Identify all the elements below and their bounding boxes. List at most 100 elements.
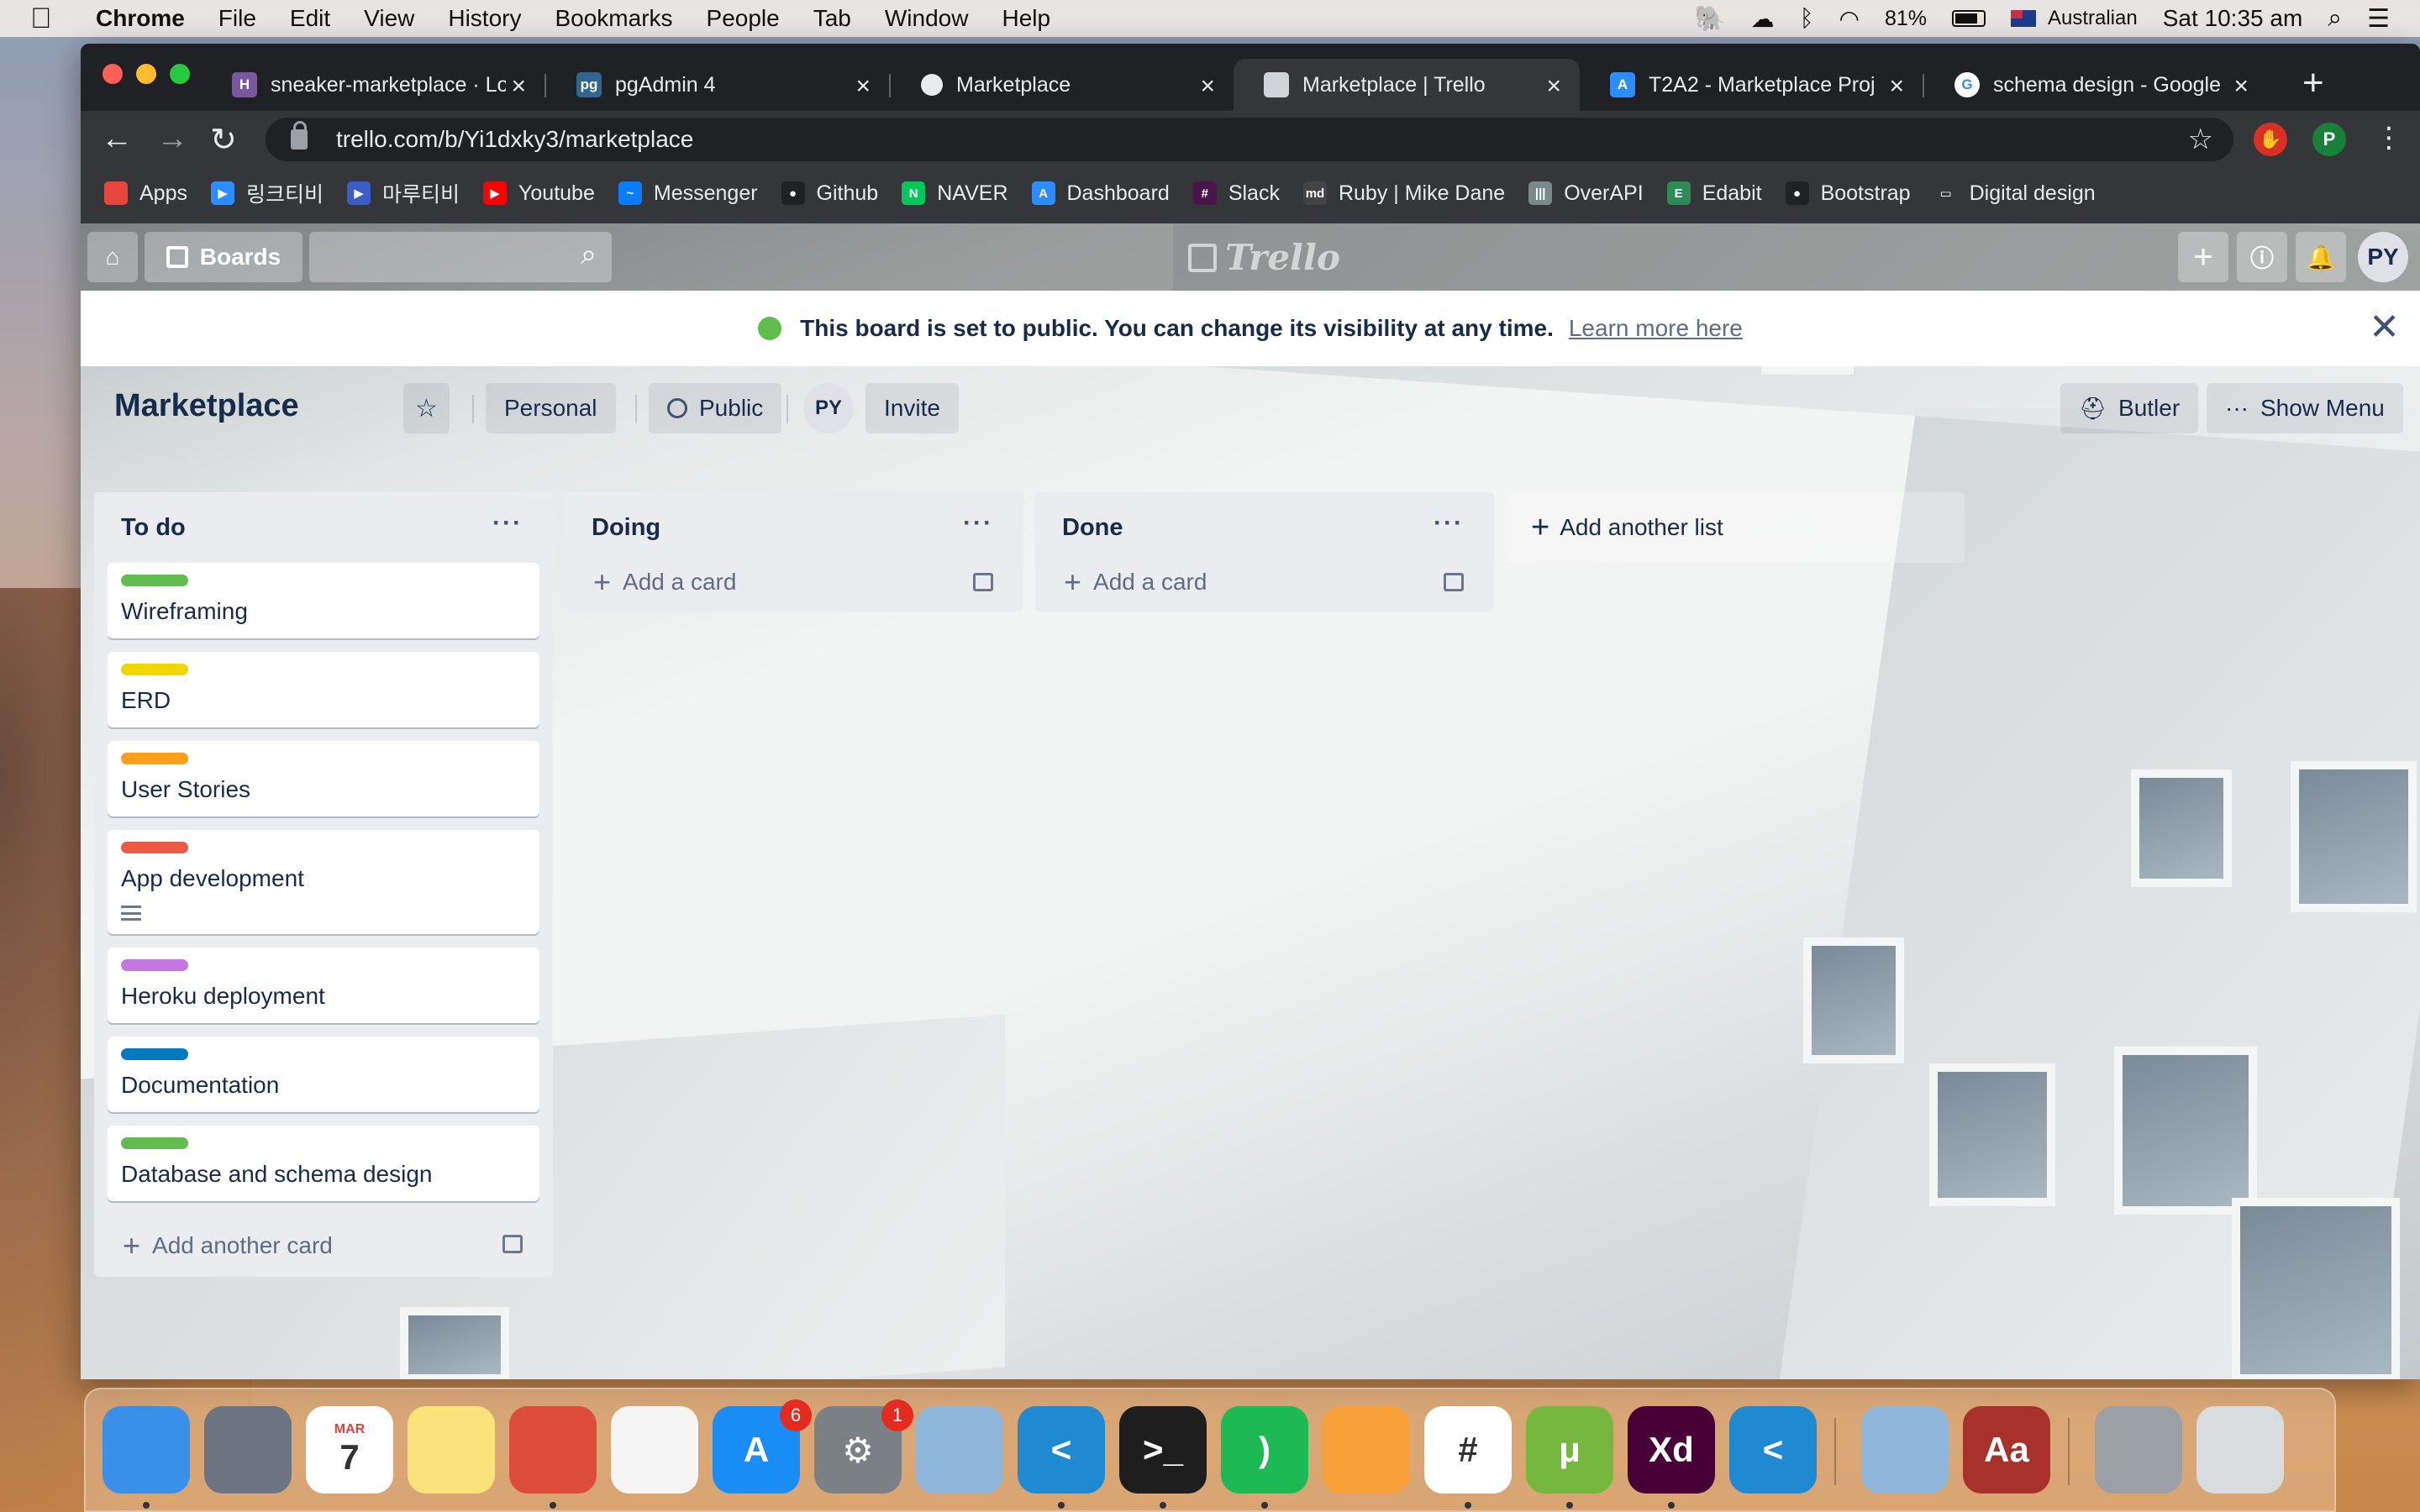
card-label[interactable] bbox=[121, 664, 188, 675]
home-button[interactable]: ⌂ bbox=[87, 232, 138, 282]
downloads-stack-icon[interactable] bbox=[2095, 1406, 2182, 1494]
trash-icon[interactable] bbox=[2196, 1406, 2284, 1494]
vscode-insiders-icon[interactable]: < bbox=[1729, 1406, 1817, 1494]
close-banner-icon[interactable]: ✕ bbox=[2369, 306, 2400, 349]
close-tab-icon[interactable]: × bbox=[2233, 72, 2249, 101]
bookmark-messenger[interactable]: ~ Messenger bbox=[618, 181, 758, 206]
card[interactable]: App development bbox=[108, 830, 539, 934]
card[interactable]: Database and schema design bbox=[108, 1126, 539, 1201]
bookmark-maru-tv[interactable]: ▶ 마루티비 bbox=[347, 178, 460, 208]
bookmark-youtube[interactable]: ▶ Youtube bbox=[483, 181, 595, 206]
pages-icon[interactable] bbox=[1323, 1406, 1410, 1494]
menu-file[interactable]: File bbox=[218, 5, 256, 32]
url-text[interactable]: trello.com/b/Yi1dxky3/marketplace bbox=[336, 126, 693, 153]
card[interactable]: Wireframing bbox=[108, 563, 539, 638]
adobe-xd-icon[interactable]: Xd bbox=[1628, 1406, 1715, 1494]
tab-pgadmin[interactable]: pg pgAdmin 4 × bbox=[546, 59, 889, 111]
bookmark-apps-grid[interactable]: Apps bbox=[104, 181, 187, 206]
card-label[interactable] bbox=[121, 959, 188, 971]
learn-more-link[interactable]: Learn more here bbox=[1569, 315, 1743, 342]
creative-cloud-icon[interactable]: ☁ bbox=[1751, 5, 1775, 33]
board-member-avatar[interactable]: PY bbox=[803, 383, 854, 433]
close-tab-icon[interactable]: × bbox=[511, 72, 526, 101]
launchpad-icon[interactable] bbox=[204, 1406, 292, 1494]
preview-icon[interactable] bbox=[916, 1406, 1003, 1494]
slack-icon[interactable]: # bbox=[1424, 1406, 1512, 1494]
list-title[interactable]: Done bbox=[1062, 514, 1123, 542]
notes-icon[interactable] bbox=[408, 1406, 495, 1494]
photos-icon[interactable] bbox=[611, 1406, 698, 1494]
card-label[interactable] bbox=[121, 575, 188, 586]
australia-flag-icon[interactable] bbox=[2010, 10, 2036, 27]
calendar-icon[interactable]: MAR 7 bbox=[306, 1406, 393, 1494]
menu-help[interactable]: Help bbox=[1002, 5, 1050, 32]
finder-icon[interactable] bbox=[103, 1406, 190, 1494]
tab-marketplace-trello[interactable]: Marketplace | Trello × bbox=[1234, 59, 1580, 111]
menu-window[interactable]: Window bbox=[885, 5, 969, 32]
board-title[interactable]: Marketplace bbox=[114, 388, 299, 424]
menu-history[interactable]: History bbox=[448, 5, 521, 32]
notification-center-icon[interactable]: ☰ bbox=[2367, 4, 2390, 34]
apple-menu-icon[interactable]:  bbox=[30, 3, 55, 35]
list-title[interactable]: Doing bbox=[592, 514, 660, 542]
bookmark-edabit[interactable]: E Edabit bbox=[1666, 181, 1762, 206]
bookmark-naver[interactable]: N NAVER bbox=[902, 181, 1008, 206]
mail-icon[interactable] bbox=[1861, 1406, 1949, 1494]
bookmark-github[interactable]: ● Github bbox=[781, 181, 878, 206]
bookmark-bootstrap[interactable]: ● Bootstrap bbox=[1785, 181, 1911, 206]
visibility-button[interactable]: Public bbox=[649, 383, 782, 433]
bookmark-folder[interactable]: ▭ Digital design bbox=[1933, 181, 2096, 206]
profile-avatar[interactable]: P bbox=[2312, 123, 2346, 156]
close-window-button[interactable] bbox=[103, 64, 123, 84]
card[interactable]: User Stories bbox=[108, 741, 539, 816]
bookmark-link-tv[interactable]: ▶ 링크티비 bbox=[210, 178, 324, 208]
terminal-icon[interactable]: >_ bbox=[1119, 1406, 1207, 1494]
menu-view[interactable]: View bbox=[364, 5, 414, 32]
tab-sneaker-marketplace[interactable]: H sneaker-marketplace · Lo × bbox=[202, 59, 544, 111]
menu-bookmarks[interactable]: Bookmarks bbox=[555, 5, 672, 32]
card-label[interactable] bbox=[121, 1048, 188, 1060]
tab-t2a2-marketplace-project[interactable]: A T2A2 - Marketplace Proj × bbox=[1580, 59, 1923, 111]
search-input[interactable]: ⌕ bbox=[309, 232, 612, 282]
postgres-elephant-icon[interactable]: 🐘 bbox=[1694, 4, 1725, 34]
boards-button[interactable]: Boards bbox=[145, 232, 302, 282]
add-another-list-button[interactable]: + Add another list bbox=[1506, 492, 1965, 563]
bookmark-canvas[interactable]: A Dashboard bbox=[1031, 181, 1170, 206]
menu-app-name[interactable]: Chrome bbox=[96, 5, 185, 32]
tab-schema-design-google[interactable]: G schema design - Google × bbox=[1924, 59, 2267, 111]
card[interactable]: Documentation bbox=[108, 1037, 539, 1112]
menu-edit[interactable]: Edit bbox=[290, 5, 330, 32]
battery-icon[interactable] bbox=[1951, 10, 1986, 27]
menu-people[interactable]: People bbox=[707, 5, 780, 32]
info-button[interactable]: ⓘ bbox=[2237, 232, 2287, 282]
clock[interactable]: Sat 10:35 am bbox=[2163, 5, 2303, 32]
spotlight-search-icon[interactable]: ⌕ bbox=[2328, 4, 2342, 33]
dictionary-icon[interactable]: Aa bbox=[1963, 1406, 2050, 1494]
card[interactable]: Heroku deployment bbox=[108, 948, 539, 1023]
add-card-button[interactable]: + Add a card bbox=[578, 553, 1010, 612]
reload-icon[interactable]: ↻ bbox=[210, 121, 237, 159]
address-bar[interactable]: trello.com/b/Yi1dxky3/marketplace ☆ bbox=[266, 118, 2233, 161]
invite-button[interactable]: Invite bbox=[865, 383, 959, 433]
list-menu-icon[interactable]: ··· bbox=[492, 509, 523, 538]
add-card-button[interactable]: + Add another card bbox=[108, 1215, 539, 1277]
bookmark-overapi[interactable]: ||| OverAPI bbox=[1528, 181, 1644, 206]
wifi-icon[interactable]: ◠ bbox=[1839, 5, 1860, 33]
close-tab-icon[interactable]: × bbox=[1546, 72, 1561, 101]
butler-button[interactable]: ⛑ Butler bbox=[2060, 383, 2199, 433]
member-avatar[interactable]: PY bbox=[2358, 232, 2408, 282]
show-menu-button[interactable]: ··· Show Menu bbox=[2207, 383, 2403, 433]
vscode-icon[interactable]: < bbox=[1018, 1406, 1105, 1494]
add-card-button[interactable]: + Add a card bbox=[1049, 553, 1481, 612]
lock-icon[interactable] bbox=[291, 121, 308, 150]
star-board-button[interactable]: ☆ bbox=[403, 383, 450, 433]
zoom-window-button[interactable] bbox=[170, 64, 190, 84]
input-source[interactable]: Australian bbox=[2048, 7, 2138, 30]
card-label[interactable] bbox=[121, 842, 188, 853]
bookmark-slack[interactable]: # Slack bbox=[1192, 181, 1280, 206]
card-template-icon[interactable] bbox=[502, 1235, 523, 1253]
menu-tab[interactable]: Tab bbox=[813, 5, 851, 32]
chrome-menu-icon[interactable]: ⋮ bbox=[2375, 121, 2403, 155]
card-template-icon[interactable] bbox=[1444, 573, 1464, 591]
notifications-bell-icon[interactable]: 🔔 bbox=[2296, 232, 2346, 282]
